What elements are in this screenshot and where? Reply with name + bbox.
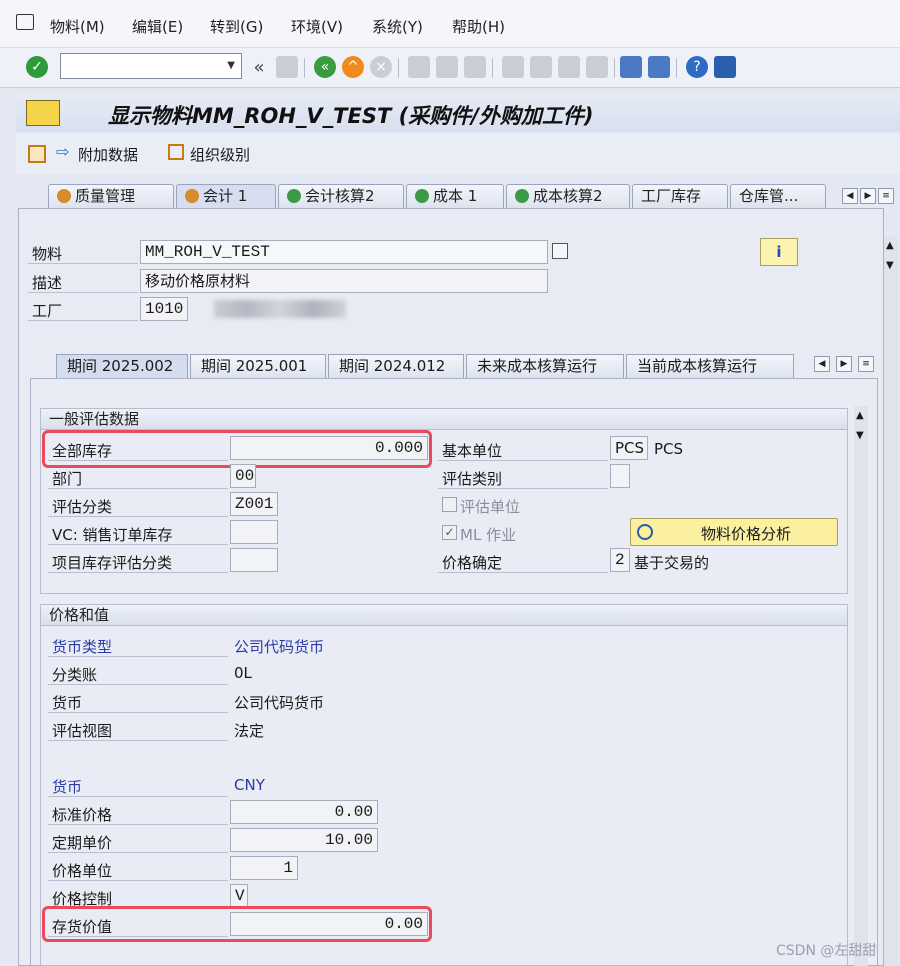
- base-unit-field[interactable]: PCS: [610, 436, 648, 460]
- menu-bar: 物料(M) 编辑(E) 转到(G) 环境(V) 系统(Y) 帮助(H): [0, 0, 900, 48]
- page-title: 显示物料MM_ROH_V_TEST (采购件/外购加工件): [108, 104, 594, 128]
- ml-label: ML 作业: [460, 526, 517, 544]
- inner-scrollbar[interactable]: [854, 406, 868, 966]
- tab-period-2024-012[interactable]: 期间 2024.012: [328, 354, 464, 378]
- highlight-inventory-value: [42, 906, 432, 942]
- outer-scroll-up-icon[interactable]: ▲: [886, 240, 894, 251]
- tab-plant-stock[interactable]: 工厂库存: [632, 184, 728, 208]
- next-page-icon[interactable]: [558, 56, 580, 78]
- print-icon[interactable]: [408, 56, 430, 78]
- tab-quality-management[interactable]: 质量管理: [48, 184, 174, 208]
- outer-scrollbar[interactable]: [884, 236, 898, 966]
- ledger-value: 0L: [234, 664, 252, 682]
- copy-icon[interactable]: [552, 243, 568, 259]
- scroll-up-icon[interactable]: ▲: [856, 410, 864, 421]
- price-determination-text: 基于交易的: [634, 554, 710, 572]
- back-icon[interactable]: «: [314, 56, 336, 78]
- shortcut-icon[interactable]: [648, 56, 670, 78]
- tab-future-costing[interactable]: 未来成本核算运行: [466, 354, 624, 378]
- command-field[interactable]: ▼: [60, 53, 242, 79]
- check-icon: [515, 189, 529, 203]
- blurred-plant-name: [214, 300, 346, 318]
- menu-help[interactable]: 帮助(H): [452, 16, 505, 37]
- material-price-analysis-button[interactable]: 物料价格分析: [630, 518, 838, 546]
- additional-data-button[interactable]: 附加数据: [78, 144, 138, 165]
- exit-icon[interactable]: ^: [342, 56, 364, 78]
- org-structure-icon: [168, 144, 184, 160]
- tab-accounting-1[interactable]: 会计 1: [176, 184, 276, 208]
- first-page-icon[interactable]: [502, 56, 524, 78]
- outer-scroll-down-icon[interactable]: ▼: [886, 260, 894, 271]
- arrow-right-icon: ⇨: [56, 142, 70, 161]
- subtab-list-icon[interactable]: ≡: [858, 356, 874, 372]
- tab-warehouse[interactable]: 仓库管...: [730, 184, 826, 208]
- plant-field[interactable]: 1010: [140, 297, 188, 321]
- price-control-field[interactable]: V: [230, 884, 248, 908]
- subtab-scroll-left-icon[interactable]: ◀: [814, 356, 830, 372]
- description-field[interactable]: 移动价格原材料: [140, 269, 548, 293]
- enter-check-icon[interactable]: ✓: [26, 56, 48, 78]
- cancel-icon[interactable]: ×: [370, 56, 392, 78]
- material-field[interactable]: MM_ROH_V_TEST: [140, 240, 548, 264]
- standard-price-field[interactable]: 0.00: [230, 800, 378, 824]
- layout-icon[interactable]: [714, 56, 736, 78]
- menu-icon[interactable]: [16, 14, 34, 30]
- price-determination-field[interactable]: 2: [610, 548, 630, 572]
- tab-costing-2[interactable]: 成本核算2: [506, 184, 630, 208]
- tab-scroll-left-icon[interactable]: ◀: [842, 188, 858, 204]
- valuation-class-field[interactable]: Z001: [230, 492, 278, 516]
- group-title-general-valuation: 一般评估数据: [40, 408, 848, 430]
- check-icon: [287, 189, 301, 203]
- collapse-icon[interactable]: «: [248, 56, 270, 78]
- find-next-icon[interactable]: [464, 56, 486, 78]
- tab-costing-1[interactable]: 成本 1: [406, 184, 504, 208]
- tab-accounting-2[interactable]: 会计核算2: [278, 184, 404, 208]
- price-unit-field[interactable]: 1: [230, 856, 298, 880]
- currency-type-value: 公司代码货币: [234, 638, 325, 656]
- scroll-down-icon[interactable]: ▼: [856, 430, 864, 441]
- watermark: CSDN @左甜甜: [776, 943, 877, 959]
- ml-checkbox[interactable]: ✓: [442, 525, 457, 540]
- transaction-icon[interactable]: [26, 100, 60, 126]
- check-icon: [415, 189, 429, 203]
- currency2-value: CNY: [234, 776, 265, 794]
- tab-period-2025-002[interactable]: 期间 2025.002: [56, 354, 188, 378]
- base-unit-text: PCS: [654, 440, 684, 458]
- tab-scroll-right-icon[interactable]: ▶: [860, 188, 876, 204]
- find-icon[interactable]: [436, 56, 458, 78]
- status-icon: [185, 189, 199, 203]
- tab-current-costing[interactable]: 当前成本核算运行: [626, 354, 794, 378]
- org-levels-button[interactable]: 组织级别: [190, 144, 250, 165]
- division-field[interactable]: 00: [230, 464, 256, 488]
- status-icon: [57, 189, 71, 203]
- valuated-unit-checkbox[interactable]: [442, 497, 457, 512]
- prev-page-icon[interactable]: [530, 56, 552, 78]
- save-icon[interactable]: [276, 56, 298, 78]
- chevron-down-icon[interactable]: ▼: [227, 60, 235, 71]
- periodic-unit-price-field[interactable]: 10.00: [230, 828, 378, 852]
- new-session-icon[interactable]: [620, 56, 642, 78]
- currency-value: 公司代码货币: [234, 694, 325, 712]
- last-page-icon[interactable]: [586, 56, 608, 78]
- menu-edit[interactable]: 编辑(E): [132, 16, 183, 37]
- edit-icon[interactable]: [28, 145, 46, 163]
- menu-goto[interactable]: 转到(G): [210, 16, 263, 37]
- valuated-unit-label: 评估单位: [460, 498, 521, 516]
- menu-material[interactable]: 物料(M): [50, 16, 105, 37]
- magnifier-icon: [637, 524, 653, 540]
- help-icon[interactable]: ?: [686, 56, 708, 78]
- application-toolbar: ⇨ 附加数据 组织级别: [16, 134, 900, 174]
- valuation-view-value: 法定: [234, 722, 265, 740]
- tab-period-2025-001[interactable]: 期间 2025.001: [190, 354, 326, 378]
- info-icon[interactable]: i: [760, 238, 798, 266]
- project-stock-field[interactable]: [230, 548, 278, 572]
- menu-environment[interactable]: 环境(V): [291, 16, 343, 37]
- group-title-prices-values: 价格和值: [40, 604, 848, 626]
- menu-system[interactable]: 系统(Y): [372, 16, 423, 37]
- tab-list-icon[interactable]: ≡: [878, 188, 894, 204]
- vc-sales-order-field[interactable]: [230, 520, 278, 544]
- highlight-total-stock: [42, 430, 432, 468]
- subtab-scroll-right-icon[interactable]: ▶: [836, 356, 852, 372]
- valuation-category-field[interactable]: [610, 464, 630, 488]
